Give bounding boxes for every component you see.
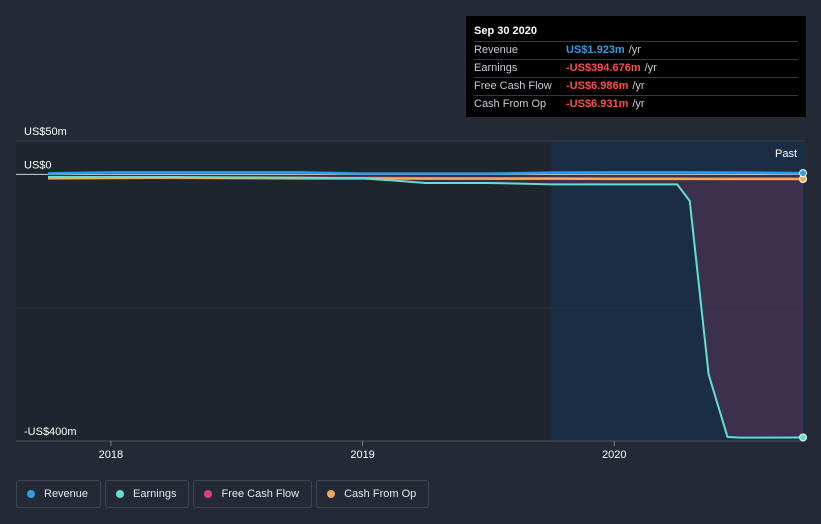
series-line-revenue	[47, 171, 804, 175]
tooltip-value: -US$6.986m	[566, 80, 629, 92]
x-tick-label: 2019	[350, 449, 374, 461]
tooltip-row-revenue: Revenue US$1.923m /yr	[474, 41, 798, 59]
legend-dot-icon	[204, 490, 213, 498]
tooltip-unit: /yr	[632, 80, 645, 92]
legend-label: Cash From Op	[344, 488, 417, 500]
data-tooltip: Sep 30 2020 Revenue US$1.923m /yr Earnin…	[466, 16, 806, 117]
legend-label: Revenue	[44, 488, 89, 500]
legend-item-earnings[interactable]: Earnings	[105, 480, 190, 508]
past-label: Past	[775, 148, 797, 160]
series-end-point-revenue	[799, 169, 807, 178]
tooltip-value: -US$394.676m	[566, 62, 641, 74]
legend-dot-icon	[327, 490, 336, 498]
legend-item-free-cash-flow[interactable]: Free Cash Flow	[193, 480, 313, 508]
tooltip-date: Sep 30 2020	[474, 25, 537, 37]
tooltip-unit: /yr	[628, 44, 641, 56]
series-end-point-earnings	[799, 433, 807, 442]
tooltip-label: Cash From Op	[474, 98, 547, 110]
legend-label: Free Cash Flow	[221, 488, 300, 500]
tooltip-label: Free Cash Flow	[474, 80, 552, 92]
y-tick-label: US$0	[24, 159, 52, 171]
tooltip-value: US$1.923m	[566, 44, 625, 56]
y-tick-label: -US$400m	[24, 426, 77, 438]
legend-item-revenue[interactable]: Revenue	[16, 480, 102, 508]
legend-dot-icon	[27, 490, 35, 498]
tooltip-value: -US$6.931m	[566, 98, 629, 110]
legend-dot-icon	[116, 490, 125, 498]
chart-legend: Revenue Earnings Free Cash Flow Cash Fro…	[16, 480, 433, 508]
tooltip-row-earnings: Earnings -US$394.676m /yr	[474, 59, 798, 77]
x-tick-label: 2018	[99, 449, 123, 461]
x-tick-label: 2020	[602, 449, 626, 461]
tooltip-unit: /yr	[632, 98, 645, 110]
tooltip-label: Revenue	[474, 44, 519, 56]
tooltip-row-free-cash-flow: Free Cash Flow -US$6.986m /yr	[474, 77, 798, 95]
legend-label: Earnings	[133, 488, 177, 500]
tooltip-label: Earnings	[474, 62, 518, 74]
tooltip-row-cash-from-op: Cash From Op -US$6.931m /yr	[474, 95, 798, 113]
tooltip-unit: /yr	[644, 62, 657, 74]
legend-item-cash-from-op[interactable]: Cash From Op	[316, 480, 430, 508]
y-tick-label: US$50m	[24, 126, 67, 138]
